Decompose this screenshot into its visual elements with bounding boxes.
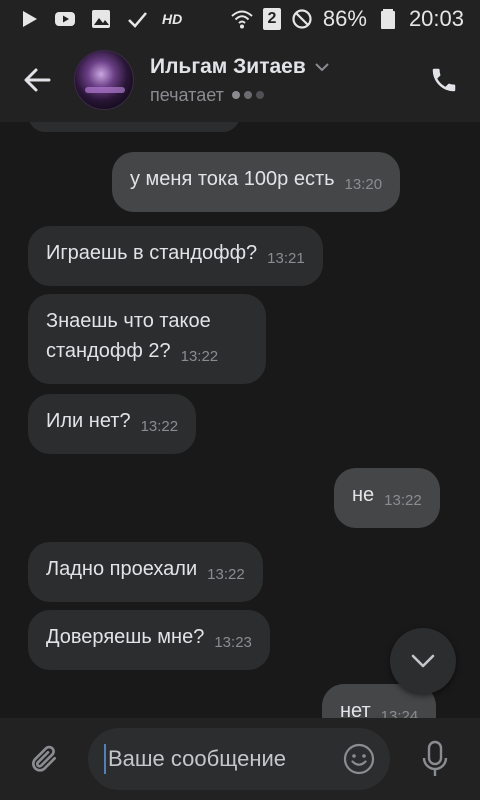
message-input[interactable]	[108, 746, 328, 772]
message-input-wrapper[interactable]	[88, 728, 390, 790]
gallery-icon	[92, 10, 110, 28]
battery-percent: 86%	[322, 6, 367, 31]
message-time: 13:23	[214, 634, 252, 651]
chat-header: Ильгам Зитаев печатает	[0, 38, 480, 122]
message-time: 13:22	[140, 418, 179, 435]
message-bubble[interactable]: Или нет? 13:22	[28, 394, 197, 454]
paperclip-icon	[32, 745, 56, 772]
message-text: не	[352, 484, 375, 506]
check-icon	[128, 12, 147, 28]
message-bubble[interactable]: Знаешь что такое стандофф 2? 13:22	[28, 294, 266, 384]
phone-icon	[432, 68, 456, 92]
voice-message-button[interactable]	[390, 718, 480, 800]
message-time: 13:20	[344, 176, 383, 193]
clock: 20:03	[408, 6, 464, 31]
message-text: Ладно проехали	[46, 558, 198, 580]
wifi-icon	[231, 10, 253, 29]
sim-badge: 2	[262, 8, 281, 30]
message-bubble-partial	[28, 122, 240, 132]
message-time: 13:22	[180, 348, 219, 365]
message-time: 13:21	[267, 250, 305, 267]
scroll-down-button[interactable]	[390, 628, 456, 694]
microphone-icon	[422, 740, 448, 776]
call-button[interactable]	[426, 62, 462, 98]
typing-status: печатает	[150, 84, 224, 105]
play-icon	[23, 11, 37, 27]
message-text: нет	[340, 700, 371, 718]
chevron-down-icon	[411, 654, 435, 668]
back-button[interactable]	[0, 38, 74, 122]
status-bar: HD 2 86% 20:03	[0, 0, 480, 38]
avatar[interactable]	[74, 50, 134, 110]
message-time: 13:22	[207, 566, 245, 583]
message-time: 13:24	[380, 708, 419, 718]
typing-dots-icon	[231, 91, 264, 99]
message-text: у меня тока 100р есть	[130, 168, 335, 190]
message-text: Или нет?	[46, 410, 131, 432]
message-bubble[interactable]: Играешь в стандофф? 13:21	[28, 226, 323, 286]
composer	[0, 718, 480, 800]
message-bubble[interactable]: не 13:22	[334, 468, 440, 528]
do-not-disturb-icon	[292, 9, 312, 29]
emoji-icon[interactable]	[342, 742, 376, 776]
arrow-left-icon	[24, 68, 51, 92]
chevron-down-icon	[315, 62, 329, 71]
text-caret	[104, 744, 106, 774]
message-text: Играешь в стандофф?	[46, 242, 258, 264]
message-text: Доверяешь мне?	[46, 626, 205, 648]
youtube-icon	[55, 12, 75, 26]
message-list[interactable]: у меня тока 100р есть 13:20 Играешь в ста…	[0, 122, 480, 718]
message-time: 13:22	[384, 492, 422, 509]
hd-badge: HD	[162, 11, 183, 27]
message-bubble[interactable]: Ладно проехали 13:22	[28, 542, 263, 602]
battery-icon	[380, 9, 395, 29]
message-bubble[interactable]: у меня тока 100р есть 13:20	[112, 152, 401, 212]
contact-info[interactable]: Ильгам Зитаев печатает	[150, 55, 330, 106]
message-bubble[interactable]: Доверяешь мне? 13:23	[28, 610, 270, 670]
contact-name: Ильгам Зитаев	[150, 54, 306, 78]
attach-button[interactable]	[0, 718, 88, 800]
